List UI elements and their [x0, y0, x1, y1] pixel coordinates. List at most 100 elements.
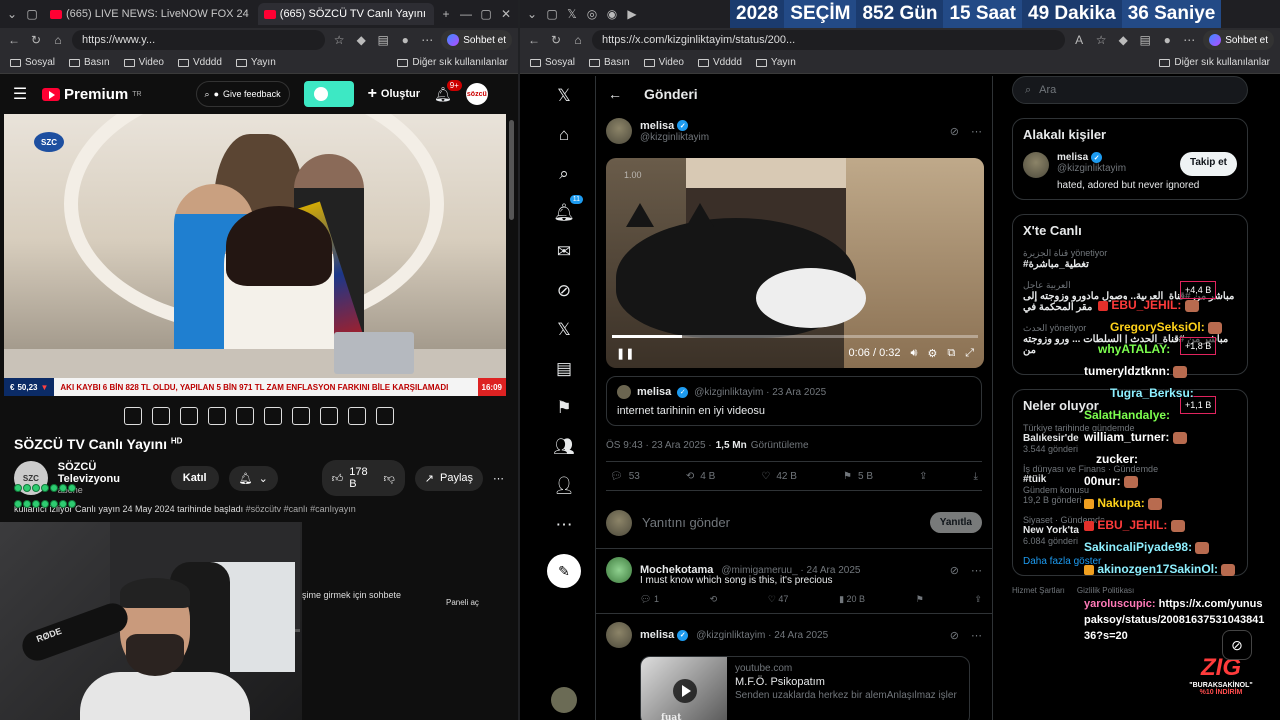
- bookmarks-icon[interactable]: ⚑: [553, 398, 575, 418]
- account-avatar[interactable]: [551, 687, 577, 713]
- messages-icon[interactable]: ✉: [553, 242, 575, 262]
- x-favicon-icon[interactable]: 𝕏: [564, 6, 580, 22]
- create-button[interactable]: + Oluştur: [368, 85, 420, 103]
- minimize-icon[interactable]: —: [458, 6, 474, 22]
- cinema-icon[interactable]: [208, 407, 226, 425]
- back-arrow-icon[interactable]: ←: [608, 86, 622, 102]
- more-icon[interactable]: ⋯: [971, 125, 982, 138]
- open-panel-button[interactable]: Paneli aç: [446, 598, 479, 607]
- subtitle-icon[interactable]: [264, 407, 282, 425]
- post-time[interactable]: ÖS 9:43 · 23 Ara 2025 ·: [606, 440, 712, 451]
- new-tab-icon[interactable]: +: [438, 6, 454, 22]
- bookmark-button[interactable]: ⚑ 5 B: [843, 471, 873, 482]
- favorite-star-icon[interactable]: ☆: [1093, 32, 1109, 48]
- share-button[interactable]: ↗ Paylaş: [414, 465, 484, 491]
- author-handle[interactable]: @kizginliktayim: [640, 132, 709, 143]
- reply-item[interactable]: melisa ✓ @kizginliktayim · 24 Ara 2025 ⊘ ⋯…: [596, 614, 992, 720]
- bookmark-basin[interactable]: Basın: [589, 57, 630, 68]
- repost-button[interactable]: ⟲ 4 B: [686, 471, 715, 482]
- like-button[interactable]: 👍︎ 178 B 👎︎: [321, 460, 405, 496]
- author-avatar[interactable]: [606, 118, 632, 144]
- more-circle-icon[interactable]: ⋯: [553, 515, 575, 535]
- url-field[interactable]: https://www.y...: [72, 30, 326, 50]
- youtube-favicon-icon[interactable]: ▶: [624, 6, 640, 22]
- notifications-bell[interactable]: 🔔︎ 9+: [434, 79, 462, 103]
- audio-icon[interactable]: [152, 407, 170, 425]
- reply-share-button[interactable]: ⇪: [974, 594, 982, 605]
- communities-icon[interactable]: 👥︎: [553, 437, 575, 457]
- pip-icon[interactable]: [236, 407, 254, 425]
- scrollbar[interactable]: [509, 120, 514, 220]
- reply-views[interactable]: ▮ 20 B: [839, 594, 865, 605]
- lists-icon[interactable]: ▤: [553, 359, 575, 379]
- premium-x-icon[interactable]: 𝕏: [553, 320, 575, 340]
- home-icon[interactable]: ⌂: [50, 32, 66, 48]
- bookmark-basin[interactable]: Basın: [69, 57, 110, 68]
- tab-list-icon[interactable]: ⌄: [524, 6, 540, 22]
- tab-list-icon[interactable]: ⌄: [4, 6, 20, 22]
- notifications-bell-icon[interactable]: 🔔︎ 11: [553, 195, 583, 223]
- terms-link[interactable]: Hizmet Şartları: [1012, 586, 1065, 595]
- join-button[interactable]: Katıl: [170, 466, 219, 490]
- bookmark-yayin[interactable]: Yayın: [755, 57, 796, 68]
- channel-name[interactable]: SÖZCÜ Televizyonu: [58, 461, 161, 485]
- grok-icon[interactable]: ⊘: [950, 125, 959, 138]
- bookmark-yayin[interactable]: Yayın: [235, 57, 276, 68]
- download-button[interactable]: ⤓: [974, 471, 978, 482]
- camera-icon[interactable]: [348, 407, 366, 425]
- profile-icon[interactable]: ●: [1159, 32, 1175, 48]
- settings-gear-icon[interactable]: ⚙: [927, 347, 937, 360]
- reply-avatar[interactable]: [606, 622, 632, 648]
- reply-item[interactable]: Mochekotama @mimigameruu_ · 24 Ara 2025 …: [596, 549, 992, 614]
- home-icon[interactable]: ⌂: [553, 125, 575, 145]
- url-field[interactable]: https://x.com/kizginliktayim/status/200.…: [592, 30, 1066, 50]
- search-icon[interactable]: ⌕: [553, 164, 575, 184]
- tab-sozcu[interactable]: (665) SÖZCÜ TV Canlı Yayını ✕: [257, 3, 434, 25]
- refresh-icon[interactable]: ↻: [28, 32, 44, 48]
- bookmark-video[interactable]: Video: [123, 57, 164, 68]
- profile-icon[interactable]: ●: [397, 32, 413, 48]
- more-icon[interactable]: ⋯: [971, 629, 982, 642]
- extension-icon[interactable]: ◆: [353, 32, 369, 48]
- follow-button[interactable]: Takip et: [1179, 152, 1237, 176]
- grok-float-button[interactable]: ⊘: [1222, 630, 1252, 660]
- related-name[interactable]: melisa ✓: [1057, 152, 1126, 163]
- bookmark-other[interactable]: Diğer sık kullanılanlar: [1159, 57, 1270, 68]
- read-aloud-icon[interactable]: A: [1071, 32, 1087, 48]
- back-icon[interactable]: ←: [526, 32, 542, 48]
- bookmark-sosyal[interactable]: Sosyal: [530, 57, 575, 68]
- fullscreen-icon[interactable]: ⤢: [965, 347, 974, 360]
- screenshot-icon[interactable]: [180, 407, 198, 425]
- reply-reply-button[interactable]: 💬︎ 1: [640, 594, 659, 605]
- post-video[interactable]: 1.00 ❚❚ 0:06 / 0:32 🔊︎ ⚙ ⧉ ⤢: [606, 158, 984, 368]
- bookmark-vdddd[interactable]: Vdddd: [698, 57, 742, 68]
- more-icon[interactable]: ⋯: [1181, 32, 1197, 48]
- collections-icon[interactable]: ▤: [375, 32, 391, 48]
- popout-icon[interactable]: ⧉: [947, 347, 955, 360]
- copilot-chat-button[interactable]: Sohbet et: [1203, 30, 1274, 50]
- home-icon[interactable]: ⌂: [570, 32, 586, 48]
- reply-bookmark-button[interactable]: ⚑: [916, 594, 924, 605]
- post-button[interactable]: ✎: [547, 554, 581, 588]
- tab-favicon-icon[interactable]: ◉: [604, 6, 620, 22]
- collections-icon[interactable]: ▤: [1137, 32, 1153, 48]
- grok-icon[interactable]: ⊘: [553, 281, 575, 301]
- more-icon[interactable]: ⋯: [419, 32, 435, 48]
- related-avatar[interactable]: [1023, 152, 1049, 178]
- back-icon[interactable]: ←: [6, 32, 22, 48]
- volume-icon[interactable]: 🔊︎: [911, 347, 918, 360]
- quoted-post[interactable]: melisa ✓ @kizginliktayim · 23 Ara 2025 i…: [606, 376, 982, 426]
- reply-repost-button[interactable]: ⟲: [710, 594, 718, 605]
- workspaces-icon[interactable]: ▢: [544, 6, 560, 22]
- bookmark-sosyal[interactable]: Sosyal: [10, 57, 55, 68]
- copilot-chat-button[interactable]: Sohbet et: [441, 30, 512, 50]
- youtube-logo[interactable]: Premium TR: [42, 86, 142, 103]
- refresh-icon[interactable]: ↻: [548, 32, 564, 48]
- x-logo-icon[interactable]: 𝕏: [553, 86, 575, 106]
- bookmark-vdddd[interactable]: Vdddd: [178, 57, 222, 68]
- gear-icon[interactable]: [376, 407, 394, 425]
- youtube-link-card[interactable]: fuat youtube.com M.F.Ö. Psikopatım Sende…: [640, 656, 970, 720]
- reply-like-button[interactable]: ♡ 47: [768, 594, 789, 605]
- feedback-button[interactable]: ⌕ ● Give feedback: [195, 81, 290, 107]
- video-player[interactable]: SZC € 50,23 ▼ AKI KAYBI 6 BİN 828 TL OLD…: [4, 114, 506, 396]
